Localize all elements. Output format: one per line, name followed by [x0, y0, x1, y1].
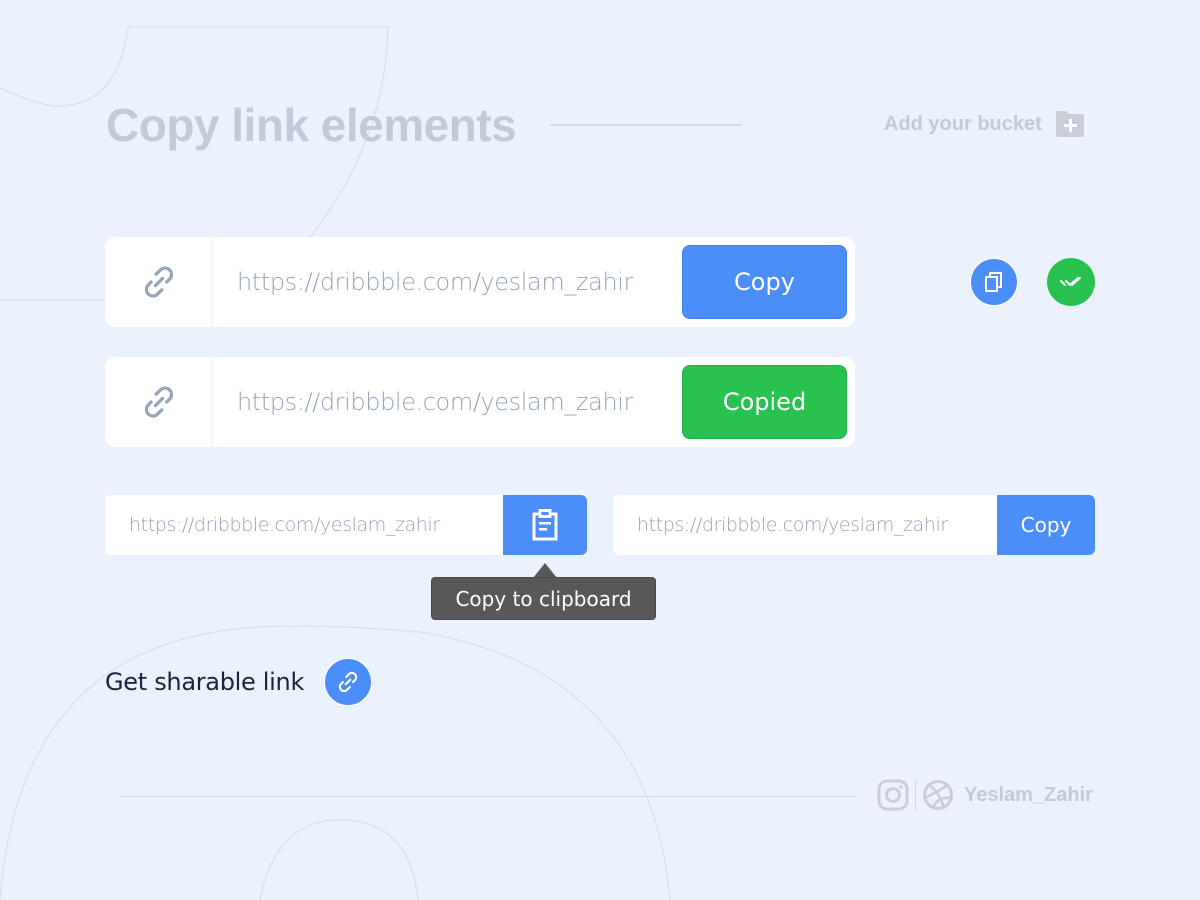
add-bucket-label: Add your bucket	[884, 113, 1042, 135]
add-bucket-button[interactable]: Add your bucket	[884, 110, 1086, 138]
copy-to-clipboard-button[interactable]	[503, 495, 587, 555]
sharable-link-label: Get sharable link	[105, 668, 305, 696]
link-icon	[338, 671, 358, 693]
copy-icon-button[interactable]	[970, 258, 1018, 306]
footer-separator	[915, 780, 916, 810]
copy-icon	[985, 272, 1002, 292]
link-icon	[144, 266, 173, 298]
clipboard-icon	[532, 509, 558, 541]
footer-credits: Yeslam_Zahir	[877, 779, 1093, 811]
copy-link-field-copied: https://dribbble.com/yeslam_zahir Copied	[105, 357, 855, 447]
get-sharable-link-button[interactable]	[324, 658, 373, 706]
copy-button[interactable]: Copy	[682, 245, 847, 319]
copy-button[interactable]: Copy	[997, 495, 1095, 555]
double-check-icon	[1060, 277, 1081, 286]
copy-text-link-field: https://dribbble.com/yeslam_zahir Copy	[613, 495, 1095, 555]
sharable-link-row: Get sharable link	[105, 658, 373, 706]
copied-button[interactable]: Copied	[682, 365, 847, 439]
link-icon-cell	[105, 357, 213, 447]
link-icon	[144, 386, 173, 418]
tooltip-arrow	[533, 563, 557, 578]
url-field[interactable]: https://dribbble.com/yeslam_zahir	[105, 514, 503, 536]
copy-to-clipboard-tooltip: Copy to clipboard	[431, 577, 656, 620]
copied-icon-button[interactable]	[1047, 258, 1095, 306]
instagram-icon[interactable]	[877, 779, 909, 811]
author-username[interactable]: Yeslam_Zahir	[964, 784, 1093, 807]
page-title: Copy link elements	[106, 99, 517, 151]
clipboard-link-field: https://dribbble.com/yeslam_zahir	[105, 495, 587, 555]
footer-divider	[120, 796, 855, 797]
copy-link-field-default: https://dribbble.com/yeslam_zahir Copy	[105, 237, 855, 327]
url-field[interactable]: https://dribbble.com/yeslam_zahir	[613, 514, 997, 536]
folder-plus-icon	[1055, 111, 1084, 137]
dribbble-icon[interactable]	[922, 779, 954, 811]
link-icon-cell	[105, 237, 213, 327]
title-divider	[550, 124, 742, 126]
